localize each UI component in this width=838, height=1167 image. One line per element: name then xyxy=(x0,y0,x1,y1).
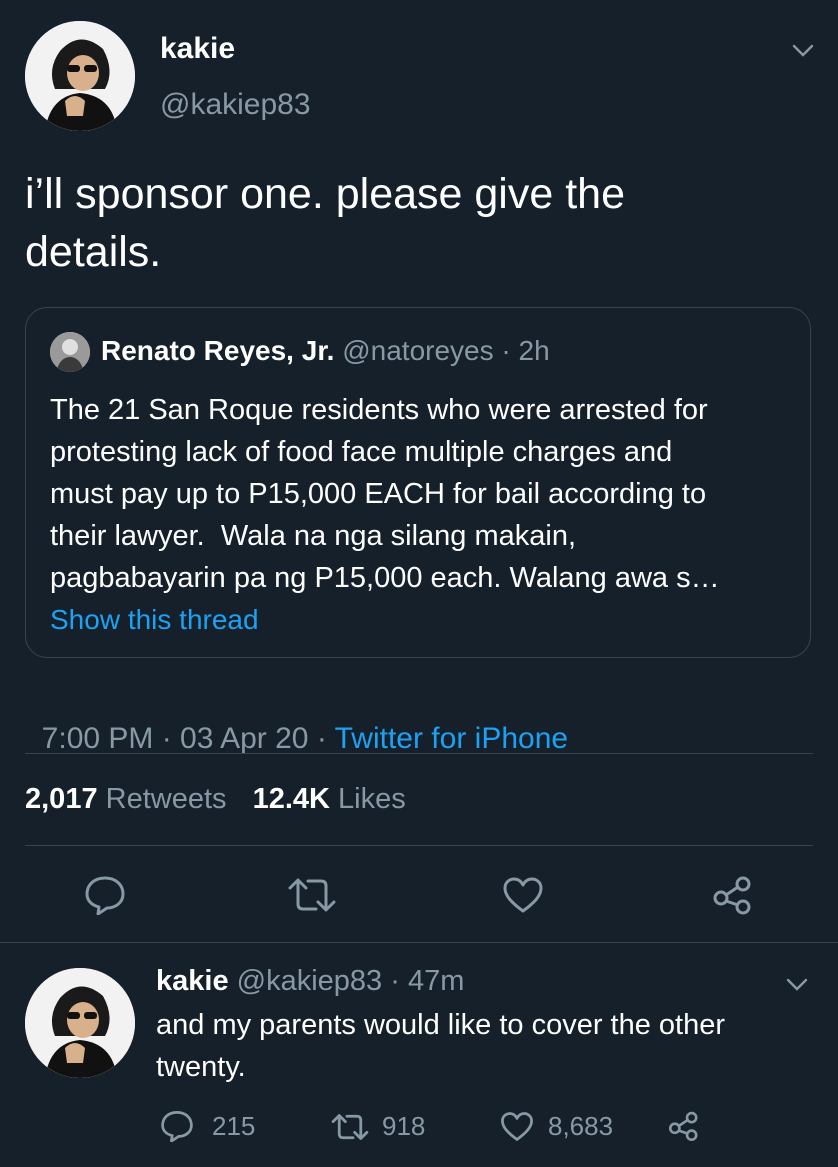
reply-action-like[interactable]: 8,683 xyxy=(500,1111,613,1142)
quoted-header: Renato Reyes, Jr. @natoreyes · 2h xyxy=(101,335,550,367)
reply-author-name[interactable]: kakie xyxy=(156,965,229,997)
reply-line: twenty. xyxy=(156,1051,246,1083)
author-handle[interactable]: @kakiep83 xyxy=(160,88,311,122)
reply-count: 215 xyxy=(212,1110,256,1141)
retweets-label: Retweets xyxy=(105,783,227,815)
share-icon[interactable] xyxy=(668,1110,700,1142)
reply-time: · 47m xyxy=(390,965,465,997)
likes-label: Likes xyxy=(338,783,406,815)
retweet-count: 918 xyxy=(382,1111,426,1141)
retweets-stat[interactable]: 2,017 Retweets xyxy=(25,783,235,815)
tweet-meta: 7:00 PM · 03 Apr 20 · Twitter for iPhone xyxy=(25,688,568,756)
tweet-timestamp: 7:00 PM · 03 Apr 20 · xyxy=(41,722,335,755)
divider xyxy=(25,845,813,846)
quoted-line: their lawyer. Wala na nga silang makain, xyxy=(50,520,577,552)
like-count: 8,683 xyxy=(548,1111,614,1141)
quoted-line: The 21 San Roque residents who were arre… xyxy=(50,394,708,426)
reply-action-retweet[interactable]: 918 xyxy=(330,1111,425,1142)
like-icon[interactable] xyxy=(502,876,544,914)
quoted-line: protesting lack of food face multiple ch… xyxy=(50,436,673,468)
quoted-author-handle: @natoreyes xyxy=(342,335,494,366)
quoted-text: The 21 San Roque residents who were arre… xyxy=(50,389,800,599)
retweet-icon[interactable] xyxy=(286,876,338,914)
quoted-author-name: Renato Reyes, Jr. xyxy=(101,335,335,366)
quoted-line: pagbabayarin pa ng P15,000 each. Walang … xyxy=(50,562,720,594)
avatar-kakie-reply[interactable] xyxy=(25,968,135,1078)
reply-author-handle[interactable]: @kakiep83 xyxy=(237,965,383,997)
divider xyxy=(25,753,813,754)
tweet-source-link[interactable]: Twitter for iPhone xyxy=(335,722,568,755)
retweet-icon[interactable] xyxy=(330,1112,370,1142)
retweets-count: 2,017 xyxy=(25,783,98,815)
author-name[interactable]: kakie xyxy=(160,32,235,66)
chevron-down-icon[interactable] xyxy=(786,978,808,997)
reply-line: and my parents would like to cover the o… xyxy=(156,1009,726,1041)
like-icon[interactable] xyxy=(500,1111,534,1142)
reply-icon[interactable] xyxy=(160,1110,194,1142)
chevron-down-icon[interactable] xyxy=(792,44,814,63)
reply-action-reply[interactable]: 215 xyxy=(160,1110,255,1142)
share-icon[interactable] xyxy=(712,875,754,915)
tweet-stats: 2,017 Retweets 12.4K Likes xyxy=(25,783,406,816)
reply-text: and my parents would like to cover the o… xyxy=(156,1004,826,1088)
quoted-time: · 2h xyxy=(501,335,550,366)
reply-icon[interactable] xyxy=(84,875,126,915)
quoted-line: must pay up to P15,000 EACH for bail acc… xyxy=(50,478,707,510)
reply-action-share[interactable] xyxy=(668,1110,700,1147)
likes-stat[interactable]: 12.4K Likes xyxy=(253,783,406,815)
show-thread-link[interactable]: Show this thread xyxy=(50,604,259,636)
tweet-text: i’ll sponsor one. please give the detail… xyxy=(25,170,625,276)
divider xyxy=(0,942,838,943)
avatar-renato xyxy=(50,332,90,372)
likes-count: 12.4K xyxy=(252,783,330,815)
avatar-kakie[interactable] xyxy=(25,21,135,131)
reply-header: kakie @kakiep83 · 47m xyxy=(156,965,464,998)
